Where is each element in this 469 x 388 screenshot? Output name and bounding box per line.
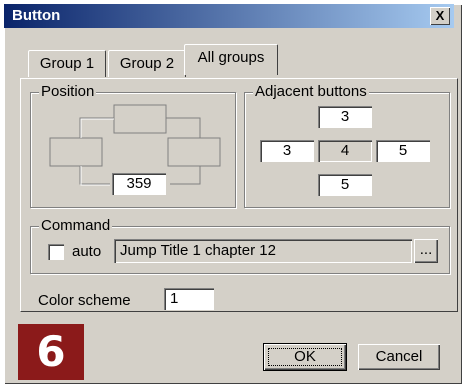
color-scheme-field[interactable]: 1 bbox=[164, 288, 214, 310]
ok-label: OK bbox=[294, 348, 316, 365]
tab-group-1[interactable]: Group 1 bbox=[28, 50, 106, 77]
window-title: Button bbox=[12, 7, 61, 24]
current-button-field: 4 bbox=[318, 140, 372, 162]
title-bar: Button X bbox=[4, 4, 454, 28]
adjacent-down-field[interactable]: 5 bbox=[318, 174, 372, 196]
tab-group-2[interactable]: Group 2 bbox=[108, 50, 186, 77]
adjacent-up-field[interactable]: 3 bbox=[318, 106, 372, 128]
auto-checkbox[interactable] bbox=[48, 244, 64, 260]
position-value-field[interactable]: 359 bbox=[112, 173, 166, 195]
ok-button[interactable]: OK bbox=[264, 344, 346, 370]
browse-command-button[interactable]: ... bbox=[414, 239, 438, 263]
adjacent-right-field[interactable]: 5 bbox=[376, 140, 430, 162]
close-button[interactable]: X bbox=[430, 7, 450, 25]
tab-label: All groups bbox=[197, 49, 265, 66]
cancel-label: Cancel bbox=[375, 348, 423, 365]
step-number-badge: 6 bbox=[18, 324, 84, 380]
command-group-label: Command bbox=[39, 217, 113, 234]
tab-label: Group 1 bbox=[39, 55, 95, 72]
color-scheme-label: Color scheme bbox=[38, 292, 131, 309]
tab-all-groups[interactable]: All groups bbox=[184, 44, 278, 75]
adjacent-left-field[interactable]: 3 bbox=[260, 140, 314, 162]
adjacent-buttons-label: Adjacent buttons bbox=[253, 83, 369, 100]
tab-label: Group 2 bbox=[119, 55, 175, 72]
command-field[interactable]: Jump Title 1 chapter 12 bbox=[114, 239, 412, 263]
position-group-label: Position bbox=[39, 83, 97, 100]
cancel-button[interactable]: Cancel bbox=[358, 344, 440, 370]
close-icon: X bbox=[435, 8, 445, 23]
auto-checkbox-label: auto bbox=[72, 243, 102, 260]
ellipsis-icon: ... bbox=[419, 241, 433, 258]
